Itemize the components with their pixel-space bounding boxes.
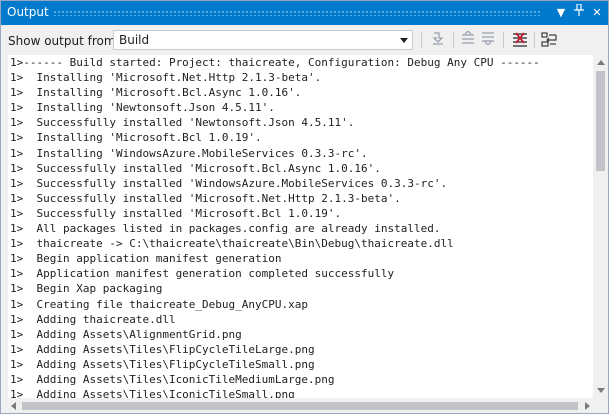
output-line: 1> Successfully installed 'Microsoft.Bcl… bbox=[10, 206, 342, 220]
scroll-down-icon[interactable] bbox=[597, 388, 605, 393]
output-line: 1> Installing 'Microsoft.Bcl.Async 1.0.1… bbox=[10, 86, 302, 100]
toolbar-separator bbox=[453, 32, 454, 48]
clear-all-icon[interactable] bbox=[511, 31, 529, 49]
horizontal-scroll-thumb[interactable] bbox=[22, 402, 578, 410]
output-lines: 1>------ Build started: Project: thaicre… bbox=[8, 55, 593, 398]
find-previous-icon[interactable] bbox=[459, 30, 477, 49]
panel-title: Output bbox=[7, 5, 49, 19]
output-line: 1> Creating file thaicreate_Debug_AnyCPU… bbox=[10, 297, 309, 311]
find-next-icon[interactable] bbox=[479, 31, 497, 49]
output-line: 1>------ Build started: Project: thaicre… bbox=[10, 56, 540, 69]
output-toolbar: Show output from: Build bbox=[1, 25, 608, 55]
horizontal-scrollbar[interactable] bbox=[8, 398, 593, 413]
window-menu-icon[interactable]: ▼ bbox=[552, 4, 570, 22]
output-line: 1> Successfully installed 'Microsoft.Bcl… bbox=[10, 161, 381, 175]
output-line: 1> Adding Assets\Tiles\IconicTileSmall.p… bbox=[10, 388, 295, 398]
output-titlebar[interactable]: Output ▼ ✕ bbox=[1, 1, 608, 25]
toolbar-separator bbox=[503, 32, 504, 48]
toolbar-separator bbox=[421, 32, 422, 48]
output-line: 1> Installing 'Microsoft.Bcl 1.0.19'. bbox=[10, 131, 262, 145]
output-line: 1> Adding Assets\Tiles\FlipCycleTileSmal… bbox=[10, 357, 315, 371]
chevron-down-icon[interactable] bbox=[400, 38, 408, 43]
output-line: 1> All packages listed in packages.confi… bbox=[10, 222, 441, 236]
output-text-area[interactable]: 1>------ Build started: Project: thaicre… bbox=[8, 55, 593, 398]
output-line: 1> Successfully installed 'Newtonsoft.Js… bbox=[10, 116, 355, 130]
output-line: 1> Installing 'Newtonsoft.Json 4.5.11'. bbox=[10, 101, 275, 115]
output-line: 1> thaicreate -> C:\thaicreate\thaicreat… bbox=[10, 237, 454, 251]
output-line: 1> Installing 'Microsoft.Net.Http 2.1.3-… bbox=[10, 71, 322, 85]
close-icon[interactable]: ✕ bbox=[588, 4, 606, 22]
output-line: 1> Adding Assets\Tiles\IconicTileMediumL… bbox=[10, 372, 335, 386]
output-line: 1> Adding Assets\AlignmentGrid.png bbox=[10, 327, 242, 341]
output-source-value: Build bbox=[119, 33, 150, 47]
show-output-label: Show output from: bbox=[8, 34, 120, 48]
scroll-up-icon[interactable] bbox=[597, 60, 605, 65]
scroll-left-icon[interactable] bbox=[11, 402, 16, 410]
toolbar-separator bbox=[534, 32, 535, 48]
scroll-right-icon[interactable] bbox=[585, 402, 590, 410]
output-line: 1> Begin Xap packaging bbox=[10, 282, 163, 296]
output-line: 1> Successfully installed 'WindowsAzure.… bbox=[10, 176, 448, 190]
output-line: 1> Installing 'WindowsAzure.MobileServic… bbox=[10, 146, 368, 160]
output-line: 1> Adding thaicreate.dll bbox=[10, 312, 176, 326]
titlebar-grip[interactable] bbox=[53, 10, 542, 16]
output-window: Output ▼ ✕ Show output from: Build 1>---… bbox=[0, 0, 609, 414]
output-line: 1> Application manifest generation compl… bbox=[10, 267, 395, 281]
output-line: 1> Adding Assets\Tiles\FlipCycleTileLarg… bbox=[10, 342, 315, 356]
go-to-error-icon[interactable] bbox=[429, 31, 447, 49]
vertical-scroll-thumb[interactable] bbox=[596, 71, 605, 171]
toggle-word-wrap-icon[interactable] bbox=[540, 31, 558, 49]
scrollbar-corner bbox=[593, 398, 608, 413]
output-source-select[interactable]: Build bbox=[113, 30, 413, 50]
output-line: 1> Successfully installed 'Microsoft.Net… bbox=[10, 191, 401, 205]
vertical-scrollbar[interactable] bbox=[593, 55, 608, 398]
output-line: 1> Begin application manifest generation bbox=[10, 252, 282, 266]
pin-icon[interactable] bbox=[570, 3, 588, 22]
